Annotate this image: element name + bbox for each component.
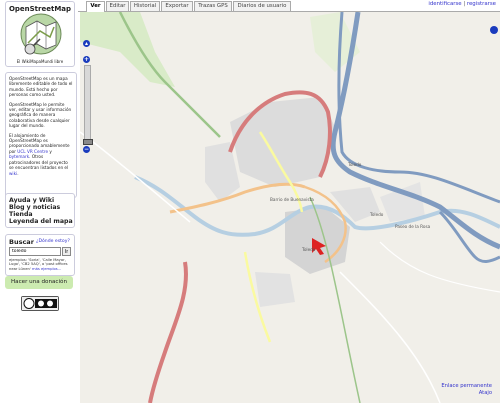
tab-view[interactable]: Ver xyxy=(86,1,105,12)
zoom-slider-track[interactable] xyxy=(84,65,91,141)
map-label-toledo-east: Toledo xyxy=(370,212,384,217)
register-link[interactable]: registrarse xyxy=(467,1,496,7)
tab-gps-traces[interactable]: Trazas GPS xyxy=(194,1,232,11)
intro-box: OpenStreetMap es un mapa libremente edit… xyxy=(5,72,77,198)
tab-bar: Ver Editar Historial Exportar Trazas GPS… xyxy=(78,0,500,12)
ucl-vr-centre-link[interactable]: UCL VR Centre xyxy=(17,149,48,154)
wiki-link[interactable]: wiki xyxy=(9,171,17,176)
search-go-button[interactable]: Ir xyxy=(62,247,71,256)
trunk-road-south xyxy=(148,261,188,403)
cc-license-badge[interactable] xyxy=(21,296,59,311)
urban-area xyxy=(205,142,240,202)
zoom-out-button[interactable]: − xyxy=(83,146,90,153)
map-view[interactable]: Toledo Toledo Barrio de Buenavista Toled… xyxy=(80,12,500,403)
map-label-paseo: Paseo de la Rosa xyxy=(395,224,431,229)
urban-area xyxy=(255,272,295,307)
logo-box: OpenStreetMap El WikiMapaMundi libre xyxy=(5,1,75,67)
sidebar: OpenStreetMap El WikiMapaMundi libre Ope… xyxy=(0,0,78,403)
map-legend-link[interactable]: Leyenda del mapa xyxy=(9,218,73,225)
intro-paragraph-1: OpenStreetMap es un mapa libremente edit… xyxy=(9,76,73,98)
intro-paragraph-2: OpenStreetMap le permite ver, editar y u… xyxy=(9,101,72,129)
intro-and-text: y xyxy=(49,148,52,154)
map-footer: Enlace permanente Atajo xyxy=(441,383,492,397)
minor-road xyxy=(339,271,441,403)
layer-switcher-icon[interactable] xyxy=(490,26,498,34)
osm-logo-icon[interactable] xyxy=(20,13,62,57)
search-title: Buscar xyxy=(9,238,34,246)
logo-tagline: El WikiMapaMundi libre xyxy=(16,59,64,64)
intro-paragraph-3: El alojamiento de OpenStreetMap es propo… xyxy=(9,132,70,176)
blog-link[interactable]: Blog y noticias xyxy=(9,204,60,211)
shop-link[interactable]: Tienda xyxy=(9,211,33,218)
tab-history[interactable]: Historial xyxy=(130,1,160,11)
help-wiki-link[interactable]: Ayuda y Wiki xyxy=(9,197,54,204)
pan-up-icon[interactable]: ▴ xyxy=(83,40,90,47)
zoom-slider-handle[interactable] xyxy=(83,139,93,145)
motorway-link xyxy=(438,210,500,263)
donate-button[interactable]: Hacer una donación xyxy=(5,276,73,289)
map-label-toledo: Toledo xyxy=(302,247,316,252)
map-canvas[interactable] xyxy=(80,12,500,403)
map-label-barrio: Barrio de Buenavista xyxy=(270,197,314,202)
search-box: Buscar ¿Dónde estoy? Ir ejemplos: 'Soria… xyxy=(5,234,75,276)
login-link[interactable]: identificarse xyxy=(428,1,461,7)
urban-area xyxy=(230,97,335,187)
search-input[interactable] xyxy=(9,247,61,256)
tab-export[interactable]: Exportar xyxy=(161,1,193,11)
more-examples-link[interactable]: más ejemplos... xyxy=(32,267,61,271)
user-links: identificarse | registrarse xyxy=(428,1,496,7)
sidebar-nav: Ayuda y Wiki Blog y noticias Tienda Leye… xyxy=(5,193,75,228)
where-am-i-link[interactable]: ¿Dónde estoy? xyxy=(36,239,70,244)
tab-edit[interactable]: Editar xyxy=(106,1,129,11)
permalink-link[interactable]: Enlace permanente xyxy=(441,383,492,389)
tab-user-diaries[interactable]: Diarios de usuario xyxy=(233,1,291,11)
search-examples: ejemplos: 'Soria', 'Calle Mayor, Lugo', … xyxy=(9,258,73,271)
motorway-a42-branch xyxy=(337,12,500,204)
bytemark-link[interactable]: bytemark xyxy=(9,154,29,159)
logo-title: OpenStreetMap xyxy=(8,5,72,13)
minor-road xyxy=(379,241,500,293)
user-links-separator: | xyxy=(463,1,466,7)
shortlink-link[interactable]: Atajo xyxy=(479,390,492,396)
zoom-in-button[interactable]: + xyxy=(83,56,90,63)
cc-by-sa-icon xyxy=(22,297,58,310)
map-label-toledo-north: Toledo xyxy=(348,162,362,167)
